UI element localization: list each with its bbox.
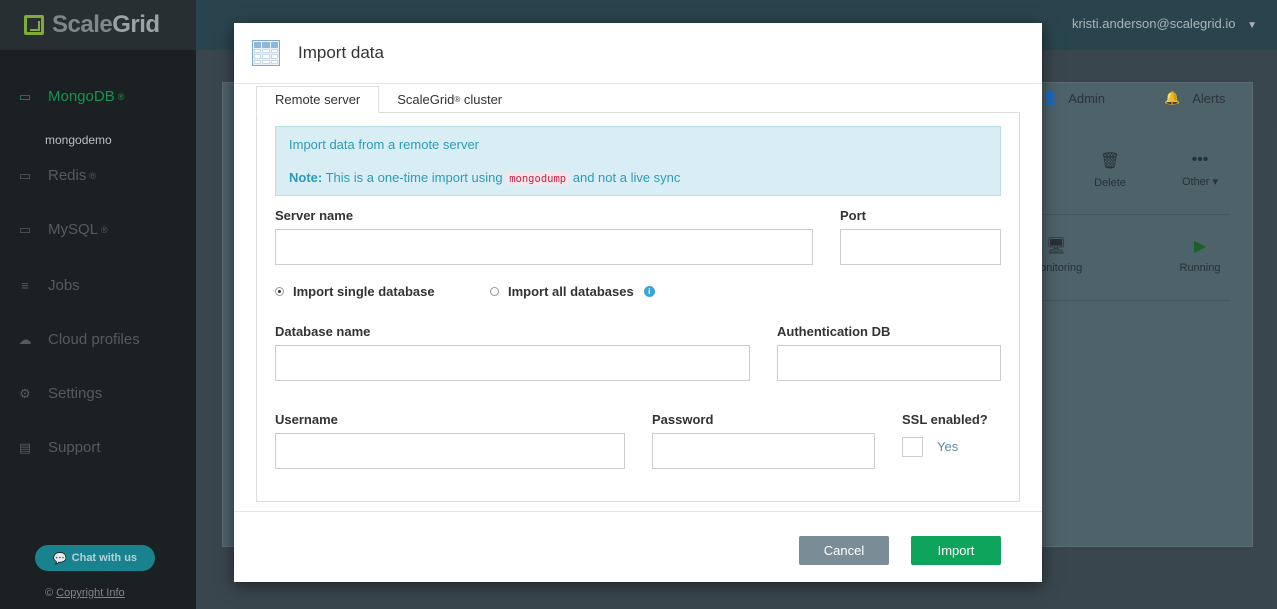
auth-db-label: Authentication DB xyxy=(777,324,891,339)
server-name-input[interactable] xyxy=(275,229,813,265)
radio-unselected-icon xyxy=(490,287,499,296)
table-icon xyxy=(252,40,280,66)
radio-import-single[interactable]: Import single database xyxy=(275,284,435,299)
username-label: Username xyxy=(275,412,338,427)
tab-bar: Remote server ScaleGrid ® cluster xyxy=(256,86,520,113)
info-line: Import data from a remote server xyxy=(289,137,480,152)
auth-db-input[interactable] xyxy=(777,345,1001,381)
modal-header: Import data xyxy=(234,23,1042,84)
modal-title: Import data xyxy=(298,43,384,62)
username-input[interactable] xyxy=(275,433,625,469)
mongodump-code: mongodump xyxy=(506,172,570,186)
server-name-label: Server name xyxy=(275,208,354,223)
port-label: Port xyxy=(840,208,866,223)
radio-import-all[interactable]: Import all databases i xyxy=(490,284,655,299)
password-input[interactable] xyxy=(652,433,875,469)
import-data-modal: Import data Remote server ScaleGrid ® clu… xyxy=(234,23,1042,582)
note-line: Note: This is a one-time import using mo… xyxy=(289,170,681,186)
tab-scalegrid-cluster[interactable]: ScaleGrid ® cluster xyxy=(379,86,520,113)
ssl-label: SSL enabled? xyxy=(902,412,988,427)
ssl-yes-label[interactable]: Yes xyxy=(937,439,958,454)
modal-footer: Cancel Import xyxy=(234,511,1042,582)
radio-selected-icon xyxy=(275,287,284,296)
database-name-input[interactable] xyxy=(275,345,750,381)
ssl-checkbox[interactable] xyxy=(902,437,923,457)
info-icon[interactable]: i xyxy=(643,286,655,297)
tab-remote-server[interactable]: Remote server xyxy=(256,86,380,113)
port-input[interactable] xyxy=(840,229,1001,265)
password-label: Password xyxy=(652,412,714,427)
database-name-label: Database name xyxy=(275,324,371,339)
import-button[interactable]: Import xyxy=(911,536,1001,565)
info-alert: Import data from a remote server Note: T… xyxy=(275,126,1001,196)
cancel-button[interactable]: Cancel xyxy=(799,536,889,565)
